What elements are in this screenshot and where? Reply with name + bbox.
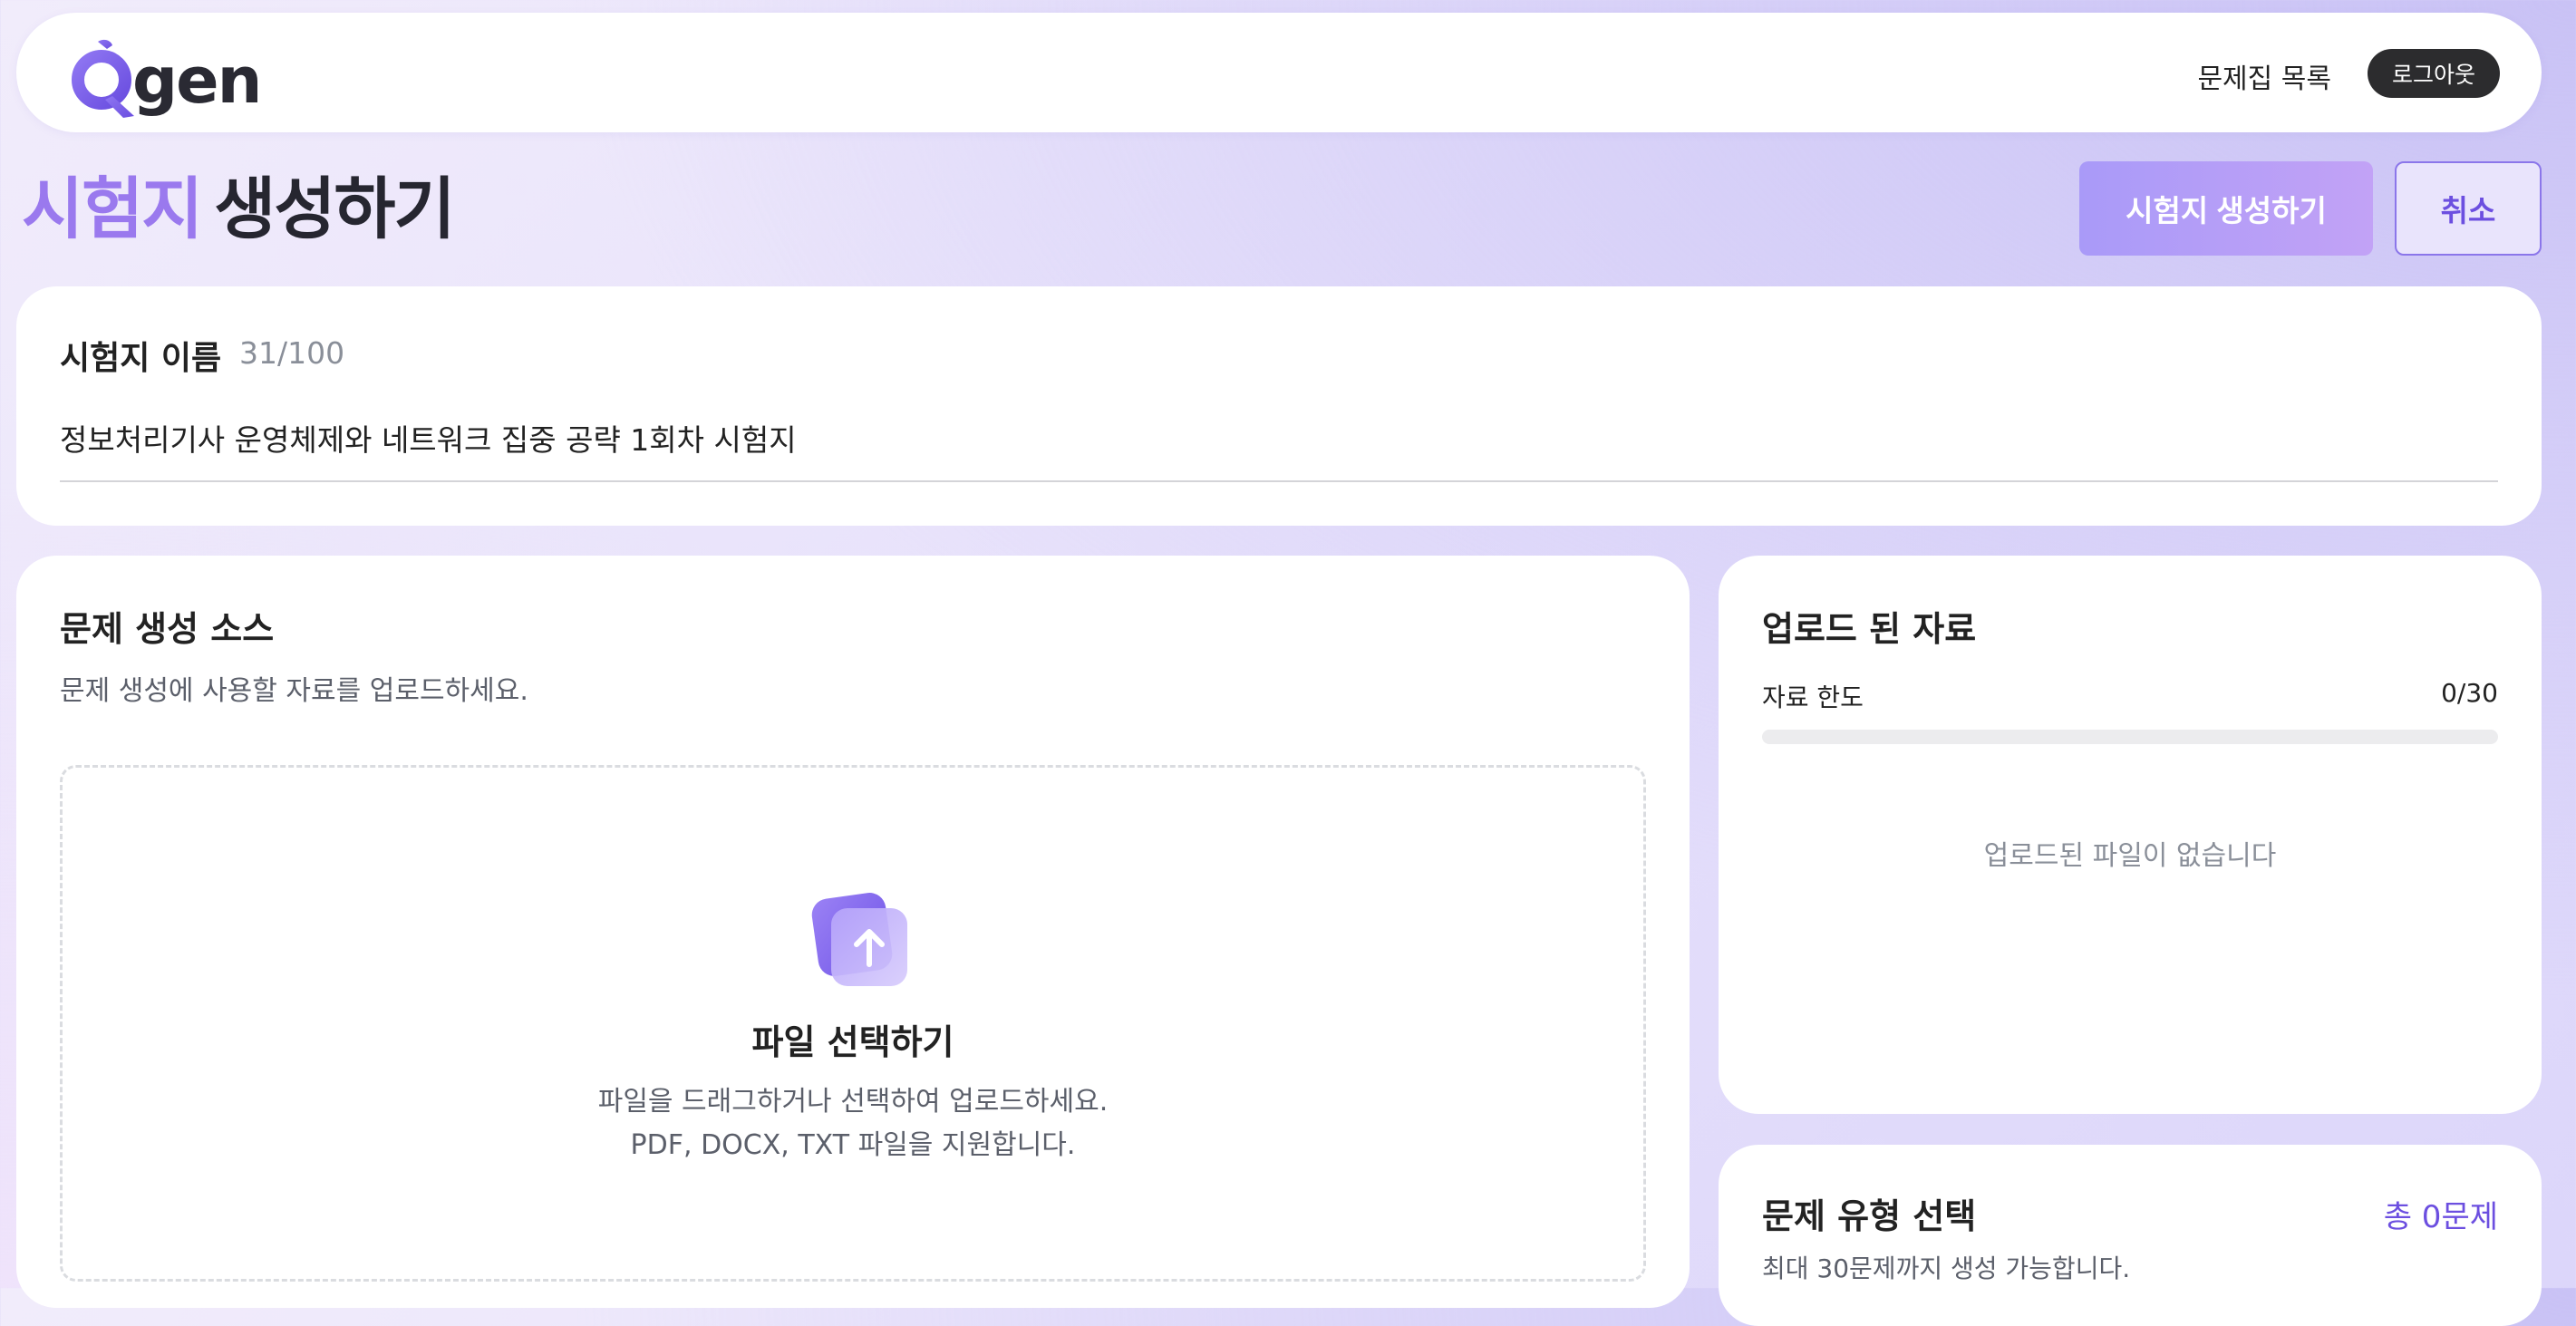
qgen-logo[interactable]: gen xyxy=(71,33,262,123)
logo-wordmark: gen xyxy=(132,44,262,118)
cancel-button[interactable]: 취소 xyxy=(2395,161,2542,256)
quota-value: 0/30 xyxy=(2441,678,2498,708)
uploaded-materials-card: 업로드 된 자료 자료 한도 0/30 업로드된 파일이 없습니다 xyxy=(1719,556,2542,1114)
source-subtitle: 문제 생성에 사용할 자료를 업로드하세요. xyxy=(60,675,528,707)
upload-instruction: 파일을 드래그하거나 선택하여 업로드하세요. xyxy=(597,1086,1109,1118)
top-navbar: gen 문제집 목록 로그아웃 xyxy=(16,13,2542,132)
file-dropzone[interactable]: 파일 선택하기 파일을 드래그하거나 선택하여 업로드하세요. PDF, DOC… xyxy=(60,765,1646,1282)
question-source-card: 문제 생성 소스 문제 생성에 사용할 자료를 업로드하세요. 파일 선택하기 … xyxy=(16,556,1690,1308)
exam-name-card: 시험지 이름 31/100 정보처리기사 운영체제와 네트워크 집중 공략 1회… xyxy=(16,286,2542,526)
dolphin-q-logo-icon xyxy=(72,39,134,118)
create-exam-button[interactable]: 시험지 생성하기 xyxy=(2079,161,2373,256)
quota-label: 자료 한도 xyxy=(1762,682,1864,712)
exam-name-underline xyxy=(60,480,2498,482)
exam-name-char-count: 31/100 xyxy=(239,335,345,371)
quota-progress-bar xyxy=(1762,730,2498,744)
exam-name-input[interactable]: 정보처리기사 운영체제와 네트워크 집중 공략 1회차 시험지 xyxy=(60,416,797,460)
exam-name-label: 시험지 이름 xyxy=(60,340,222,377)
page-title: 시험지 생성하기 xyxy=(22,160,456,259)
page-title-rest: 생성하기 xyxy=(214,170,455,248)
supported-formats: PDF, DOCX, TXT 파일을 지원합니다. xyxy=(630,1129,1076,1161)
select-file-title: 파일 선택하기 xyxy=(751,1022,954,1062)
empty-files-message: 업로드된 파일이 없습니다 xyxy=(1983,840,2277,872)
uploaded-title: 업로드 된 자료 xyxy=(1762,609,1977,649)
question-type-title: 문제 유형 선택 xyxy=(1762,1196,1977,1236)
question-total-count: 총 0문제 xyxy=(2383,1199,2498,1235)
source-title: 문제 생성 소스 xyxy=(60,609,275,649)
page-title-accent: 시험지 xyxy=(22,170,203,248)
problem-set-list-link[interactable]: 문제집 목록 xyxy=(2197,56,2331,96)
upload-arrow-icon xyxy=(811,893,907,986)
logout-button[interactable]: 로그아웃 xyxy=(2368,49,2500,98)
question-type-subtitle: 최대 30문제까지 생성 가능합니다. xyxy=(1762,1253,2131,1283)
question-type-card: 문제 유형 선택 총 0문제 최대 30문제까지 생성 가능합니다. xyxy=(1719,1145,2542,1326)
